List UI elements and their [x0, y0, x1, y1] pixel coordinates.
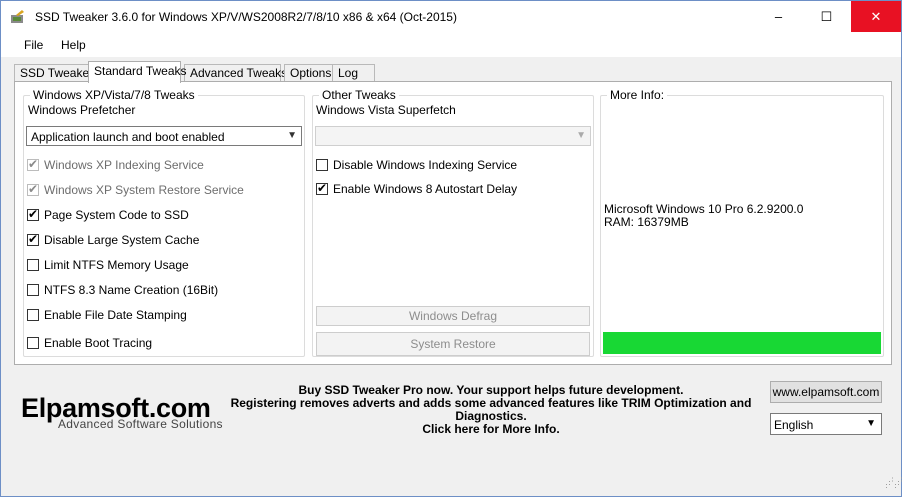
standard-tweaks-panel: Windows XP/Vista/7/8 Tweaks Windows Pref… [14, 81, 892, 365]
maximize-button[interactable]: ☐ [804, 1, 849, 32]
checkbox-label: Enable Windows 8 Autostart Delay [333, 182, 518, 196]
language-value: English [774, 418, 814, 432]
checkbox-box[interactable] [316, 159, 328, 171]
checkbox-file-date-stamping[interactable]: Enable File Date Stamping [27, 308, 187, 322]
checkbox-box[interactable]: ✔ [27, 157, 39, 171]
checkbox-box[interactable] [27, 337, 39, 349]
checkbox-label: Limit NTFS Memory Usage [44, 258, 189, 272]
language-select[interactable]: English ▼ [770, 413, 882, 435]
checkbox-box[interactable] [27, 259, 39, 271]
checkbox-box[interactable]: ✔ [27, 207, 39, 221]
checkbox-box[interactable]: ✔ [27, 232, 39, 246]
chevron-down-icon: ▼ [866, 418, 876, 429]
ram-info: RAM: 16379MB [604, 215, 689, 229]
prefetcher-value: Application launch and boot enabled [31, 130, 225, 144]
checkbox-label: Enable Boot Tracing [44, 336, 153, 350]
brand-tagline: Advanced Software Solutions [58, 417, 223, 431]
checkbox-xp-indexing[interactable]: ✔ Windows XP Indexing Service [27, 157, 204, 172]
menu-file[interactable]: File [24, 38, 43, 52]
checkbox-ntfs-83-names[interactable]: NTFS 8.3 Name Creation (16Bit) [27, 283, 218, 297]
app-icon [11, 10, 24, 23]
checkbox-box[interactable] [27, 309, 39, 321]
tab-standard-tweaks[interactable]: Standard Tweaks [88, 61, 187, 83]
group-legend: Windows XP/Vista/7/8 Tweaks [30, 88, 198, 102]
group-legend: More Info: [607, 88, 668, 102]
superfetch-label: Windows Vista Superfetch [316, 103, 456, 117]
checkbox-label: Windows XP Indexing Service [44, 158, 204, 172]
checkbox-label: Windows XP System Restore Service [44, 183, 244, 197]
checkbox-box[interactable] [27, 284, 39, 296]
close-button[interactable]: ✕ [851, 1, 901, 32]
checkbox-label: NTFS 8.3 Name Creation (16Bit) [44, 283, 219, 297]
tab-log[interactable]: Log [332, 64, 375, 82]
prefetcher-select[interactable]: Application launch and boot enabled ▼ [26, 126, 302, 146]
check-icon: ✔ [28, 157, 39, 171]
tab-advanced-tweaks[interactable]: Advanced Tweaks [184, 64, 287, 82]
app-window: SSD Tweaker 3.6.0 for Windows XP/V/WS200… [0, 0, 902, 497]
promo-text[interactable]: Buy SSD Tweaker Pro now. Your support he… [226, 384, 756, 436]
checkbox-xp-system-restore[interactable]: ✔ Windows XP System Restore Service [27, 182, 244, 197]
checkbox-box[interactable]: ✔ [316, 181, 328, 195]
checkbox-disable-large-cache[interactable]: ✔ Disable Large System Cache [27, 232, 200, 247]
checkbox-boot-tracing[interactable]: Enable Boot Tracing [27, 336, 152, 350]
checkbox-limit-ntfs-memory[interactable]: Limit NTFS Memory Usage [27, 258, 189, 272]
checkbox-label: Page System Code to SSD [44, 208, 189, 222]
resize-grip-icon[interactable]: ⋰⋰ ⋰⋰ [885, 477, 902, 490]
title-bar[interactable]: SSD Tweaker 3.6.0 for Windows XP/V/WS200… [1, 1, 901, 32]
chevron-down-icon: ▼ [287, 130, 297, 141]
group-legend: Other Tweaks [319, 88, 399, 102]
status-bar-indicator [603, 332, 881, 354]
system-restore-button[interactable]: System Restore [316, 332, 590, 356]
checkbox-disable-windows-indexing[interactable]: Disable Windows Indexing Service [316, 158, 517, 172]
tab-options[interactable]: Options [284, 64, 333, 82]
checkbox-win8-autostart-delay[interactable]: ✔ Enable Windows 8 Autostart Delay [316, 181, 518, 196]
website-button[interactable]: www.elpamsoft.com [770, 381, 882, 403]
checkbox-label: Disable Large System Cache [44, 233, 200, 247]
promo-more-info-link[interactable]: Click here for More Info. [226, 423, 756, 436]
windows-defrag-button[interactable]: Windows Defrag [316, 306, 590, 326]
check-icon: ✔ [28, 207, 39, 221]
check-icon: ✔ [28, 232, 39, 246]
window-title: SSD Tweaker 3.6.0 for Windows XP/V/WS200… [35, 10, 457, 24]
menu-help[interactable]: Help [61, 38, 86, 52]
checkbox-page-system-code[interactable]: ✔ Page System Code to SSD [27, 207, 189, 222]
xp-vista-tweaks-group: Windows XP/Vista/7/8 Tweaks Windows Pref… [23, 88, 305, 357]
check-icon: ✔ [317, 181, 328, 195]
check-icon: ✔ [28, 182, 39, 196]
other-tweaks-group: Other Tweaks Windows Vista Superfetch ▼ … [312, 88, 594, 357]
tab-ssd-tweaker[interactable]: SSD Tweaker [14, 64, 93, 82]
checkbox-label: Enable File Date Stamping [44, 308, 187, 322]
chevron-down-icon: ▼ [576, 130, 586, 141]
menu-bar: File Help [1, 32, 901, 57]
minimize-button[interactable]: – [756, 1, 801, 32]
superfetch-select[interactable]: ▼ [315, 126, 591, 146]
checkbox-label: Disable Windows Indexing Service [333, 158, 518, 172]
checkbox-box[interactable]: ✔ [27, 182, 39, 196]
more-info-group: More Info: Microsoft Windows 10 Pro 6.2.… [600, 88, 884, 357]
prefetcher-label: Windows Prefetcher [28, 103, 136, 117]
